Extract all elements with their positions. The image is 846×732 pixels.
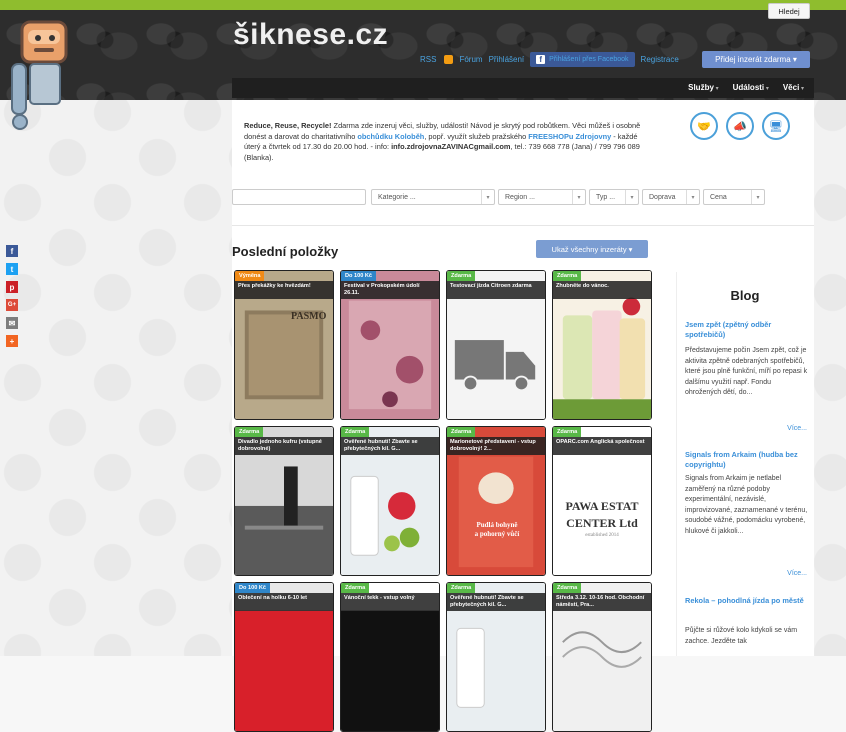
nav-item-sluzby[interactable]: Služby — [688, 83, 718, 92]
item-tag: Do 100 Kč — [235, 583, 271, 593]
twitter-icon[interactable]: t — [6, 263, 18, 275]
item-tag: Výměna — [235, 271, 265, 281]
search-button[interactable]: Hledej — [768, 3, 810, 19]
login-link[interactable]: Přihlášení — [489, 55, 525, 64]
nav-item-udalosti[interactable]: Události — [733, 83, 769, 92]
chevron-down-icon: ▾ — [625, 190, 638, 204]
divider — [232, 225, 814, 226]
blog-sidebar: Blog Jsem zpět (zpětný odběr spotřebičů)… — [676, 272, 813, 656]
chevron-down-icon: ▾ — [751, 190, 764, 204]
item-card[interactable]: Zdarma Zhubněte do vánoc. — [552, 270, 652, 420]
googleplus-icon[interactable]: G+ — [6, 299, 18, 311]
blog-more-link[interactable]: Více... — [787, 570, 807, 577]
item-tag: Zdarma — [341, 427, 370, 437]
item-caption: Divadlo jednoho kufru (vstupné dobrovoln… — [235, 437, 333, 455]
blog-post-text: Půjčte si růžové kolo kdykoli se vám zac… — [685, 627, 798, 645]
facebook-icon[interactable]: f — [6, 245, 18, 257]
blog-post-title[interactable]: Signals from Arkaim (hudba bez copyright… — [685, 450, 809, 470]
shop-link[interactable]: obchůdku Koloběh — [357, 132, 424, 141]
item-caption: Festival v Prokopském údolí 26.11. — [341, 281, 439, 299]
search-input[interactable] — [232, 189, 366, 205]
item-card[interactable]: Zdarma Středa 3.12. 10-16 hod. Obchodní … — [552, 582, 652, 732]
item-caption: Přes překážky ke hvězdám! — [235, 281, 333, 299]
add-ad-button[interactable]: Přidej inzerát zdarma ▾ — [702, 51, 810, 68]
nav-item-veci[interactable]: Věci — [783, 83, 804, 92]
forum-link[interactable]: Fórum — [459, 55, 482, 64]
price-select[interactable]: Cena ▾ — [703, 189, 765, 205]
robot-mascot-icon[interactable] — [8, 14, 78, 132]
pinterest-icon[interactable]: p — [6, 281, 18, 293]
poster-text: PASMO — [291, 311, 327, 322]
poster-text: Pudlá bohyně a pohorný vůčí — [474, 521, 520, 538]
item-tag: Zdarma — [341, 583, 370, 593]
site-logo[interactable]: šiknese.cz — [233, 18, 388, 52]
blog-post-title[interactable]: Jsem zpět (zpětný odběr spotřebičů) — [685, 320, 809, 340]
chevron-down-icon: ▾ — [686, 190, 699, 204]
facebook-icon: f — [536, 55, 546, 64]
item-card[interactable]: Zdarma Ověřené hubnutí! Zbavte se přebyt… — [340, 426, 440, 576]
item-card[interactable]: Zdarma Ověřené hubnutí! Zbavte se přebyt… — [446, 582, 546, 732]
blog-more-link[interactable]: Více... — [787, 425, 807, 432]
item-caption: Zhubněte do vánoc. — [553, 281, 651, 299]
rss-icon[interactable] — [444, 55, 454, 64]
item-tag: Zdarma — [447, 427, 476, 437]
chevron-down-icon: ▾ — [481, 190, 494, 204]
intro-text: Reduce, Reuse, Recycle! Zdarma zde inzer… — [244, 121, 641, 162]
item-caption: Testovací jízda Citroen zdarma — [447, 281, 545, 299]
blog-title: Blog — [730, 288, 760, 303]
item-card[interactable]: Zdarma Marionetové představení - vstup d… — [446, 426, 546, 576]
chevron-down-icon: ▾ — [572, 190, 585, 204]
blog-post-text: Představujeme počin Jsem zpět, což je ak… — [685, 347, 808, 396]
show-all-ads-button[interactable]: Ukaž všechny inzeráty ▾ — [536, 240, 648, 258]
item-caption: Ověřené hubnutí! Zbavte se přebytečných … — [447, 593, 545, 611]
item-tag: Zdarma — [553, 271, 582, 281]
item-caption: Oblečení na holku 6-10 let — [235, 593, 333, 611]
facebook-login-button[interactable]: f Přihlášení přes Facebook — [530, 52, 635, 67]
email-icon[interactable]: ✉ — [6, 317, 18, 329]
company-logo-text: PAWA ESTAT CENTER Ltd established 2014 — [565, 499, 639, 538]
item-card[interactable]: Do 100 Kč Festival v Prokopském údolí 26… — [340, 270, 440, 420]
item-caption: Marionetové představení - vstup dobrovol… — [447, 437, 545, 455]
transport-select[interactable]: Doprava ▾ — [642, 189, 700, 205]
latest-items-title: Poslední položky — [232, 244, 339, 259]
category-select[interactable]: Kategorie ... ▾ — [371, 189, 495, 205]
item-card[interactable]: Zdarma Vánoční tekk - vstup volný — [340, 582, 440, 732]
type-select[interactable]: Typ ... ▾ — [589, 189, 639, 205]
monitor-icon[interactable]: 🖥 — [762, 112, 790, 140]
item-card[interactable]: Výměna Přes překážky ke hvězdám! PASMO — [234, 270, 334, 420]
item-caption: Ověřené hubnutí! Zbavte se přebytečných … — [341, 437, 439, 455]
blog-post-text: Signals from Arkaim je netlabel zaměřený… — [685, 475, 808, 535]
blog-post-title[interactable]: Rekola – pohodlná jízda po městě — [685, 596, 809, 606]
item-card[interactable]: Zdarma Testovací jízda Citroen zdarma — [446, 270, 546, 420]
megaphone-icon[interactable]: 📣 — [726, 112, 754, 140]
item-tag: Zdarma — [235, 427, 264, 437]
region-select[interactable]: Region ... ▾ — [498, 189, 586, 205]
item-card[interactable]: Do 100 Kč Oblečení na holku 6-10 let — [234, 582, 334, 732]
item-tag: Zdarma — [447, 583, 476, 593]
top-accent-bar — [0, 0, 846, 10]
item-tag: Zdarma — [553, 427, 582, 437]
rss-link[interactable]: RSS — [420, 55, 436, 64]
item-caption: Středa 3.12. 10-16 hod. Obchodní náměstí… — [553, 593, 651, 611]
email-text: info.zdrojovnaZAVINACgmail.com — [391, 142, 511, 151]
item-caption: Vánoční tekk - vstup volný — [341, 593, 439, 611]
item-card[interactable]: Zdarma OPARC.com Anglická společnost PAW… — [552, 426, 652, 576]
main-nav: Služby Události Věci — [232, 78, 814, 98]
top-links: RSS Fórum Přihlášení f Přihlášení přes Fa… — [420, 52, 679, 67]
item-card[interactable]: Zdarma Divadlo jednoho kufru (vstupné do… — [234, 426, 334, 576]
handshake-icon[interactable]: 🤝 — [690, 112, 718, 140]
freeshop-link[interactable]: FREESHOPu Zdrojovny — [528, 132, 611, 141]
item-tag: Zdarma — [447, 271, 476, 281]
item-caption: OPARC.com Anglická společnost — [553, 437, 651, 455]
item-tag: Do 100 Kč — [341, 271, 377, 281]
share-plus-icon[interactable]: + — [6, 335, 18, 347]
register-link[interactable]: Registrace — [641, 55, 679, 64]
item-tag: Zdarma — [553, 583, 582, 593]
